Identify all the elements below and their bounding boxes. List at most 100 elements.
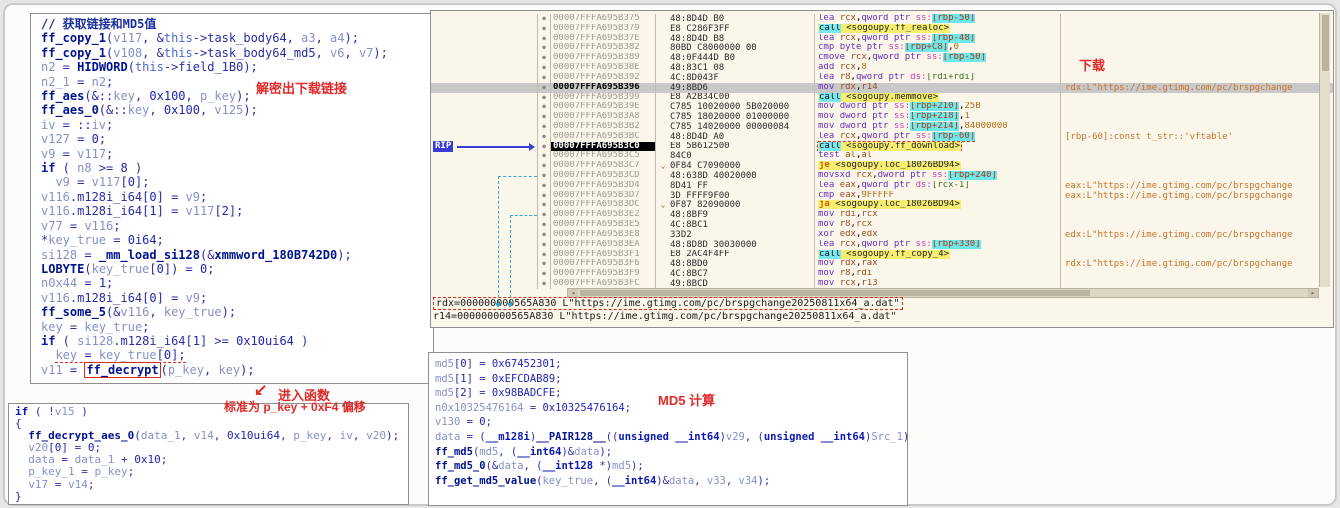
disasm-row[interactable]: ●00007FFFA695B3EA48:8D8D 30030000lea rcx… [431,240,1333,250]
breakpoint-dot-icon[interactable]: ● [537,161,551,171]
breakpoint-dot-icon[interactable]: ● [537,151,551,161]
instruction-address[interactable]: 00007FFFA695B3B2 [551,122,656,132]
disasm-row[interactable]: ●00007FFFA695B3D48D41 FFlea eax,qword pt… [431,181,1333,191]
instruction-address[interactable]: 00007FFFA695B379 [551,24,656,34]
pseudocode-main-line[interactable]: v116.m128i_i64[1] = v117[2]; [41,204,433,218]
instruction-text[interactable]: mov r8,rdi [814,269,1061,279]
pseudocode-main-line[interactable]: v9 = v117[0]; [41,175,433,189]
instruction-address[interactable]: 00007FFFA695B3E8 [551,230,656,240]
instruction-address[interactable]: 00007FFFA695B3E2 [551,210,656,220]
breakpoint-dot-icon[interactable]: ● [537,240,551,250]
instruction-text[interactable]: lea eax,qword ptr ds:[rcx-1] [814,181,1061,191]
instruction-text[interactable]: mov dword ptr ss:[rbp+210],25B [814,102,1061,112]
instruction-address[interactable]: 00007FFFA695B38E [551,63,656,73]
disasm-row[interactable]: ●00007FFFA695B38948:0F444D B0cmove rcx,q… [431,53,1333,63]
instruction-text[interactable]: ja <sogoupy.loc_18026BD94> [814,200,1061,210]
pseudocode-main-line[interactable]: if ( si128.m128i_i64[1] >= 0x10ui64 ) [41,334,433,348]
pseudocode-main-line[interactable]: LOBYTE(key_true[0]) = 0; [41,262,433,276]
pseudocode-md5-line[interactable]: ff_md5_0(&data, (__int128 *)md5); [435,459,907,474]
pseudocode-md5-line[interactable]: v130 = 0; [435,415,907,430]
breakpoint-dot-icon[interactable]: ● [537,142,551,152]
instruction-address[interactable]: 00007FFFA695B3D7 [551,191,656,201]
instruction-text[interactable]: lea rcx,qword ptr ss:[rbp-50] [814,14,1061,24]
instruction-text[interactable]: add rcx,8 [814,63,1061,73]
disasm-row[interactable]: ●00007FFFA695B3B2C785 14020000 00000084m… [431,122,1333,132]
instruction-text[interactable]: mov rdi,rcx [814,210,1061,220]
instruction-address[interactable]: 00007FFFA695B3DC [551,200,656,210]
pseudocode-main-line[interactable]: v127 = 0; [41,132,433,146]
vertical-scrollbar[interactable] [1319,13,1330,287]
disasm-row[interactable]: ●00007FFFA695B39649:8BD6mov rdx,r14rdx:L… [431,83,1333,93]
instruction-address[interactable]: 00007FFFA695B3C7 [551,161,656,171]
disasm-row[interactable]: ●00007FFFA695B379E8 C286F3FFcall <sogoup… [431,24,1333,34]
instruction-text[interactable]: call <sogoupy.memmove> [814,93,1061,103]
pseudocode-main-line[interactable]: v77 = v116; [41,219,433,233]
instruction-address[interactable]: 00007FFFA695B375 [551,14,656,24]
pseudocode-main-line[interactable]: n0x44 = 1; [41,276,433,290]
breakpoint-dot-icon[interactable]: ● [537,63,551,73]
disasm-row[interactable]: ●00007FFFA695B39EC785 10020000 5B020000m… [431,102,1333,112]
breakpoint-dot-icon[interactable]: ● [537,122,551,132]
pseudocode-decrypt-line[interactable]: v17 = v14; [15,479,408,491]
pseudocode-main-line[interactable]: iv = ::iv; [41,118,433,132]
disasm-row[interactable]: ●00007FFFA695B3F94C:8BC7mov r8,rdi [431,269,1333,279]
pseudocode-main-line[interactable]: key = key_true[0]; [41,348,433,362]
instruction-address[interactable]: 00007FFFA695B3BC [551,132,656,142]
breakpoint-dot-icon[interactable]: ● [537,230,551,240]
disasm-row[interactable]: ●00007FFFA695B3E54C:8BC1mov r8,rcx [431,220,1333,230]
pseudocode-main-line[interactable]: si128 = _mm_load_si128(&xmmword_180B742D… [41,248,433,262]
pseudocode-md5-line[interactable]: md5[1] = 0xEFCDAB89; [435,372,907,387]
breakpoint-dot-icon[interactable]: ● [537,181,551,191]
pseudocode-md5-line[interactable]: ff_get_md5_value(key_true, (__int64)&dat… [435,474,907,489]
disasm-row[interactable]: ●00007FFFA695B3C7⌄0F84 C7090000je <sogou… [431,161,1333,171]
pseudocode-main-line[interactable]: n2_1 = n2; [41,75,433,89]
disasm-row[interactable]: ●00007FFFA695B3BC48:8D4D A0lea rcx,qword… [431,132,1333,142]
instruction-text[interactable]: mov rdx,r14 [814,83,1061,93]
disasm-row[interactable]: ●00007FFFA695B3A8C785 18020000 01000000m… [431,112,1333,122]
register-info-rdx[interactable]: rdx=000000000565A830 L"https://ime.gtimg… [433,298,903,309]
instruction-text[interactable]: mov dword ptr ss:[rbp+218],1 [814,112,1061,122]
instruction-text[interactable]: mov r8,rcx [814,220,1061,230]
instruction-text[interactable]: cmp byte ptr ss:[rbp+C8],0 [814,43,1061,53]
scroll-right-icon[interactable]: ▸ [1308,289,1318,297]
pseudocode-main-line[interactable]: ff_copy_1(v108, &this->task_body64_md5, … [41,46,433,60]
instruction-address[interactable]: 00007FFFA695B3D4 [551,181,656,191]
breakpoint-dot-icon[interactable]: ● [537,34,551,44]
pseudocode-main-line[interactable]: ff_aes_0(&::key, 0x100, v125); [41,103,433,117]
breakpoint-dot-icon[interactable]: ● [537,259,551,269]
disasm-row[interactable]: ●00007FFFA695B38E48:83C1 08add rcx,8 [431,63,1333,73]
instruction-text[interactable]: call <sogoupy.ff_realoc> [814,24,1061,34]
instruction-address[interactable]: 00007FFFA695B3F1 [551,250,656,260]
pseudocode-main-line[interactable]: if ( n8 >= 8 ) [41,161,433,175]
breakpoint-dot-icon[interactable]: ● [537,112,551,122]
breakpoint-dot-icon[interactable]: ● [537,83,551,93]
disasm-row[interactable]: ●00007FFFA695B399E8 A2B34C00call <sogoup… [431,93,1333,103]
disasm-row[interactable]: ●00007FFFA695B3F1E8 2AC4F4FFcall <sogoup… [431,250,1333,260]
register-info-r14[interactable]: r14=000000000565A830 L"https://ime.gtimg… [433,311,897,322]
instruction-address[interactable]: 00007FFFA695B3F9 [551,269,656,279]
scroll-left-icon[interactable]: ◂ [568,289,578,297]
pseudocode-md5-line[interactable]: md5[0] = 0x67452301; [435,357,907,372]
instruction-text[interactable]: call <sogoupy.ff_download> [814,142,1061,152]
breakpoint-dot-icon[interactable]: ● [537,200,551,210]
instruction-address[interactable]: 00007FFFA695B3E5 [551,220,656,230]
instruction-address[interactable]: 00007FFFA695B3C0 [551,142,656,152]
disasm-row[interactable]: ●00007FFFA695B3C584C0test al,al [431,151,1333,161]
instruction-text[interactable]: lea r8,qword ptr ds:[rdi+rdi] [814,73,1061,83]
pseudocode-main-line[interactable]: key = key_true; [41,320,433,334]
instruction-address[interactable]: 00007FFFA695B37E [551,34,656,44]
breakpoint-dot-icon[interactable]: ● [537,102,551,112]
breakpoint-dot-icon[interactable]: ● [537,93,551,103]
pseudocode-main-line[interactable]: v116.m128i_i64[0] = v9; [41,291,433,305]
disasm-row[interactable]: ●00007FFFA695B3DC⌄0F87 82090000ja <sogou… [431,200,1333,210]
pseudocode-main-line[interactable]: *key_true = 0i64; [41,233,433,247]
horizontal-scroll-thumb[interactable] [580,290,1090,296]
instruction-text[interactable]: call <sogoupy.ff_copy_4> [814,250,1061,260]
instruction-text[interactable]: cmp eax,9FFFFF [814,191,1061,201]
instruction-text[interactable]: test al,al [814,151,1061,161]
instruction-address[interactable]: 00007FFFA695B3EA [551,240,656,250]
pseudocode-decrypt-line[interactable]: } [15,491,408,503]
instruction-text[interactable]: lea rcx,qword ptr ss:[rbp-48] [814,34,1061,44]
breakpoint-dot-icon[interactable]: ● [537,53,551,63]
breakpoint-dot-icon[interactable]: ● [537,43,551,53]
